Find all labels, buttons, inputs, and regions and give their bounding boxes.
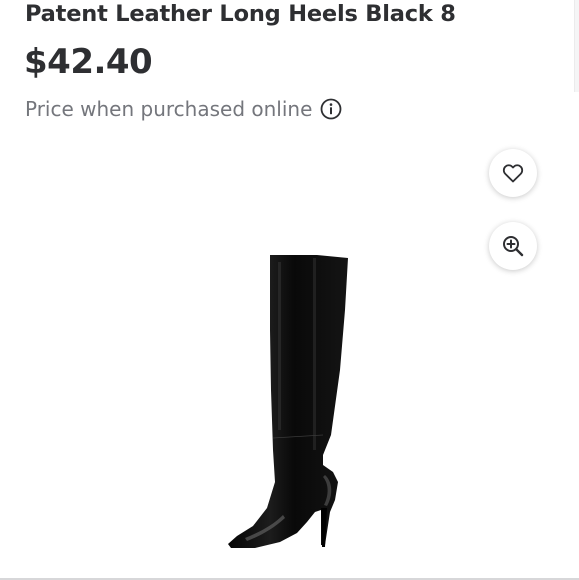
product-page: Patent Leather Long Heels Black 8 $42.40…	[0, 0, 579, 580]
zoom-image-button[interactable]	[489, 222, 537, 270]
product-image[interactable]	[215, 250, 355, 555]
product-title: Patent Leather Long Heels Black 8	[25, 1, 456, 27]
info-icon[interactable]	[320, 98, 342, 120]
heart-icon	[502, 164, 524, 183]
scroll-edge	[574, 0, 579, 92]
price-note-text: Price when purchased online	[25, 97, 313, 121]
zoom-in-icon	[503, 236, 524, 257]
boot-image	[228, 255, 348, 548]
add-to-favorites-button[interactable]	[489, 149, 537, 197]
product-price: $42.40	[24, 42, 153, 82]
price-note: Price when purchased online	[25, 97, 342, 121]
